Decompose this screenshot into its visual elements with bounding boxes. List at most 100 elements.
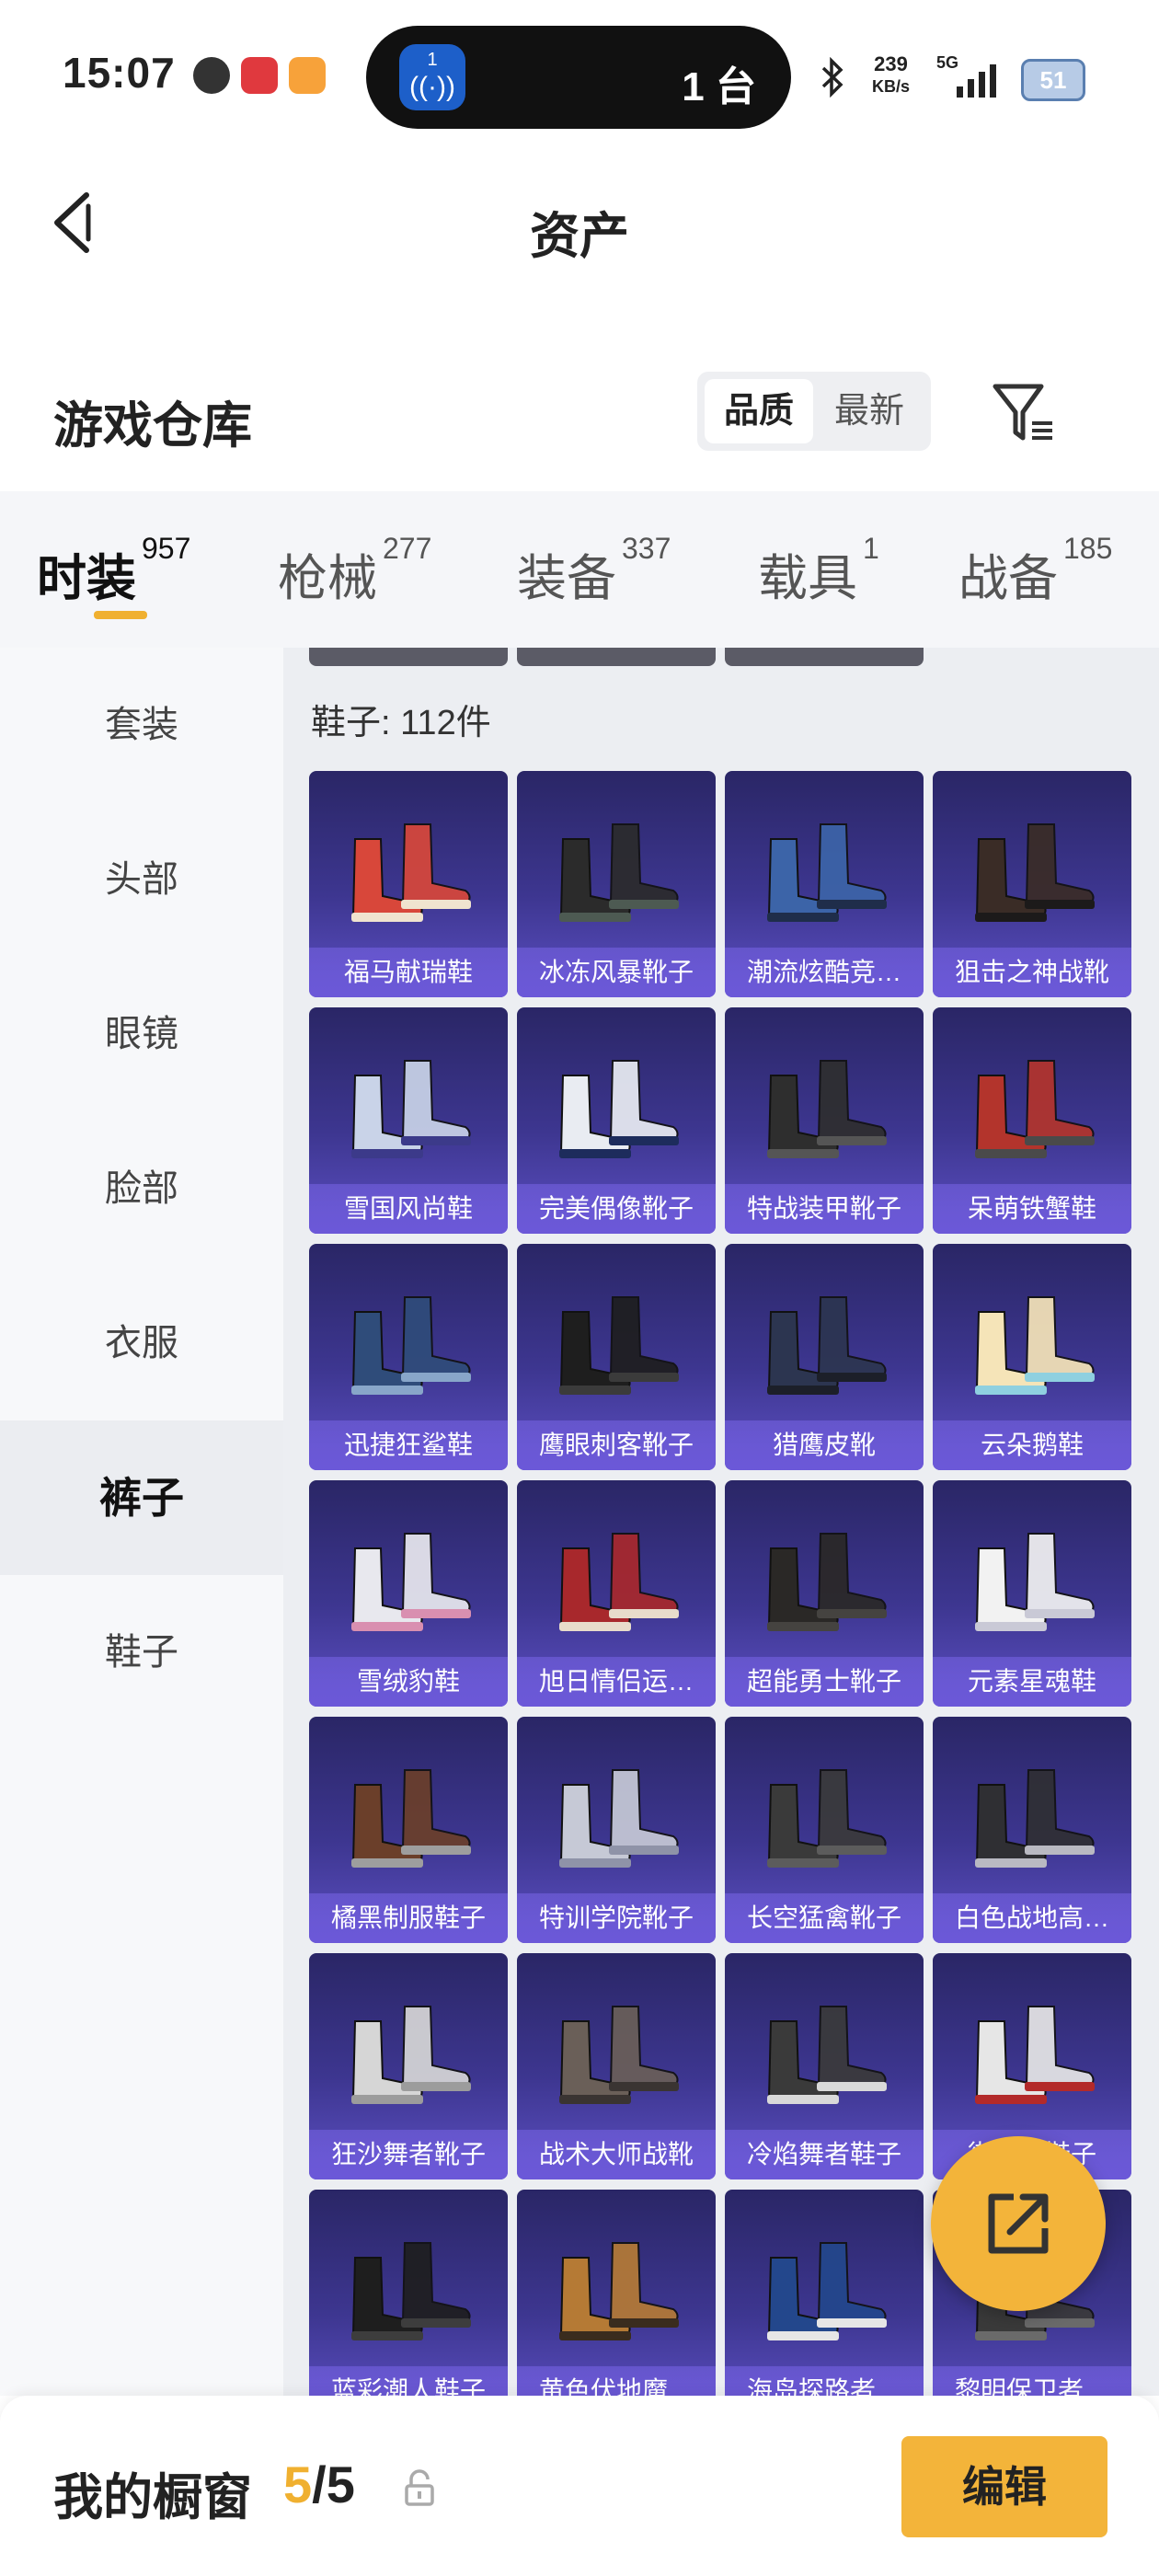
sidebar-item-clothes[interactable]: 衣服 bbox=[0, 1266, 283, 1420]
item-name: 冰冻风暴靴子 bbox=[517, 948, 716, 997]
item-card[interactable]: 狙击之神战靴 bbox=[933, 771, 1131, 997]
item-card[interactable]: 蓝彩潮人鞋子 bbox=[309, 2190, 508, 2396]
item-card[interactable]: 冰冻风暴靴子 bbox=[517, 771, 716, 997]
edit-button[interactable]: 编辑 bbox=[901, 2436, 1107, 2537]
tab-supplies[interactable]: 战备185 bbox=[958, 532, 1112, 610]
item-card[interactable]: 猎鹰皮靴 bbox=[725, 1244, 924, 1470]
sidebar-item-shoes[interactable]: 鞋子 bbox=[0, 1575, 283, 1730]
sort-toggle: 品质 最新 bbox=[697, 372, 931, 451]
shoe-image bbox=[767, 2242, 887, 2340]
shoe-image bbox=[975, 2006, 1095, 2104]
item-card[interactable]: 特训学院靴子 bbox=[517, 1717, 716, 1943]
sidebar: 套装 头部 眼镜 脸部 衣服 裤子 鞋子 bbox=[0, 648, 283, 2396]
sidebar-item-head[interactable]: 头部 bbox=[0, 802, 283, 957]
shoe-image bbox=[559, 2006, 679, 2104]
shoe-image bbox=[351, 1769, 471, 1868]
item-name: 黎明保卫者… bbox=[933, 2366, 1131, 2396]
shoe-image bbox=[975, 823, 1095, 922]
sidebar-item-face[interactable]: 脸部 bbox=[0, 1111, 283, 1266]
item-name: 呆萌铁蟹鞋 bbox=[933, 1184, 1131, 1234]
item-card[interactable]: 元素星魂鞋 bbox=[933, 1480, 1131, 1707]
shoe-image bbox=[351, 2006, 471, 2104]
dynamic-island[interactable]: 1 ((·)) 1 台 bbox=[366, 26, 791, 129]
item-grid-panel: 鞋子: 112件 福马献瑞鞋 冰冻风暴靴子 潮流炫酷竞… 狙击之神战靴 雪国风尚鞋 完美偶… bbox=[283, 648, 1159, 2396]
shoe-image bbox=[351, 2242, 471, 2340]
showcase-bar: 我的橱窗 5/5 编辑 bbox=[0, 2396, 1159, 2576]
item-name: 旭日情侣运… bbox=[517, 1657, 716, 1707]
shoe-image bbox=[767, 1533, 887, 1631]
item-card[interactable]: 黄色伏地魔… bbox=[517, 2190, 716, 2396]
shoe-image bbox=[351, 1533, 471, 1631]
tab-label: 枪械 bbox=[278, 551, 377, 606]
net-speed-value: 239 bbox=[874, 52, 908, 75]
sidebar-item-glasses[interactable]: 眼镜 bbox=[0, 957, 283, 1111]
sort-newest-button[interactable]: 最新 bbox=[815, 379, 924, 443]
net-speed: 239 KB/s bbox=[872, 53, 910, 98]
item-card[interactable]: 海岛探路者… bbox=[725, 2190, 924, 2396]
sort-quality-button[interactable]: 品质 bbox=[705, 379, 813, 443]
video-app-icon bbox=[289, 57, 326, 94]
item-card[interactable]: 旭日情侣运… bbox=[517, 1480, 716, 1707]
shoe-image bbox=[767, 2006, 887, 2104]
item-name: 白色战地高… bbox=[933, 1893, 1131, 1943]
item-card[interactable]: 狂沙舞者靴子 bbox=[309, 1953, 508, 2179]
live-app-icon: 1 ((·)) bbox=[399, 44, 465, 110]
item-name: 完美偶像靴子 bbox=[517, 1184, 716, 1234]
status-bar: 15:07 1 ((·)) 1 台 239 KB/s 5G 51 bbox=[0, 0, 1159, 156]
shoe-image bbox=[351, 1296, 471, 1395]
live-badge: 1 bbox=[427, 50, 438, 70]
net-speed-unit: KB/s bbox=[872, 77, 911, 96]
item-card[interactable]: 完美偶像靴子 bbox=[517, 1007, 716, 1234]
item-card[interactable]: 呆萌铁蟹鞋 bbox=[933, 1007, 1131, 1234]
item-name: 橘黑制服鞋子 bbox=[309, 1893, 508, 1943]
shoe-image bbox=[559, 1769, 679, 1868]
shoe-image bbox=[767, 1060, 887, 1158]
showcase-count: 5/5 bbox=[283, 2455, 355, 2514]
item-card[interactable]: 橘黑制服鞋子 bbox=[309, 1717, 508, 1943]
showcase-title: 我的橱窗 bbox=[53, 2470, 252, 2525]
item-card[interactable]: 福马献瑞鞋 bbox=[309, 771, 508, 997]
item-name: 雪绒豹鞋 bbox=[309, 1657, 508, 1707]
item-card[interactable]: 白色战地高… bbox=[933, 1717, 1131, 1943]
item-card[interactable]: 特战装甲靴子 bbox=[725, 1007, 924, 1234]
tab-label: 载具 bbox=[758, 551, 857, 606]
battery-level: 51 bbox=[1039, 66, 1067, 94]
item-card[interactable]: 冷焰舞者鞋子 bbox=[725, 1953, 924, 2179]
item-card[interactable]: 超能勇士靴子 bbox=[725, 1480, 924, 1707]
item-card[interactable]: 迅捷狂鲨鞋 bbox=[309, 1244, 508, 1470]
item-card[interactable]: 雪国风尚鞋 bbox=[309, 1007, 508, 1234]
shoe-image bbox=[767, 1769, 887, 1868]
item-card[interactable]: 鹰眼刺客靴子 bbox=[517, 1244, 716, 1470]
shoe-image bbox=[351, 1060, 471, 1158]
tab-fashion[interactable]: 时装957 bbox=[37, 532, 190, 610]
item-name: 特战装甲靴子 bbox=[725, 1184, 924, 1234]
showcase-count-current: 5 bbox=[283, 2455, 313, 2513]
item-name: 元素星魂鞋 bbox=[933, 1657, 1131, 1707]
wechat-icon bbox=[193, 57, 230, 94]
item-name: 云朵鹅鞋 bbox=[933, 1420, 1131, 1470]
tab-weapons[interactable]: 枪械277 bbox=[278, 532, 431, 610]
share-button[interactable] bbox=[931, 2136, 1106, 2311]
item-name: 潮流炫酷竞… bbox=[725, 948, 924, 997]
tab-count: 185 bbox=[1063, 532, 1113, 565]
item-card[interactable]: 雪绒豹鞋 bbox=[309, 1480, 508, 1707]
battery-icon: 51 bbox=[1021, 59, 1085, 101]
item-card[interactable]: 云朵鹅鞋 bbox=[933, 1244, 1131, 1470]
item-name: 猎鹰皮靴 bbox=[725, 1420, 924, 1470]
tab-vehicles[interactable]: 载具1 bbox=[758, 532, 879, 610]
lock-icon bbox=[405, 2469, 434, 2506]
item-card[interactable]: 战术大师战靴 bbox=[517, 1953, 716, 2179]
filter-icon[interactable] bbox=[990, 381, 1058, 447]
item-name: 雪国风尚鞋 bbox=[309, 1184, 508, 1234]
tab-count: 957 bbox=[142, 532, 191, 565]
item-card[interactable]: 长空猛禽靴子 bbox=[725, 1717, 924, 1943]
item-name: 蓝彩潮人鞋子 bbox=[309, 2366, 508, 2396]
shoe-image bbox=[559, 1060, 679, 1158]
tab-equipment[interactable]: 装备337 bbox=[517, 532, 671, 610]
network-type: 5G bbox=[936, 53, 959, 72]
sidebar-item-pants[interactable]: 裤子 bbox=[0, 1420, 283, 1575]
sidebar-item-suit[interactable]: 套装 bbox=[0, 648, 283, 802]
item-card[interactable]: 潮流炫酷竞… bbox=[725, 771, 924, 997]
tab-count: 1 bbox=[863, 532, 879, 565]
shoe-image bbox=[559, 2242, 679, 2340]
